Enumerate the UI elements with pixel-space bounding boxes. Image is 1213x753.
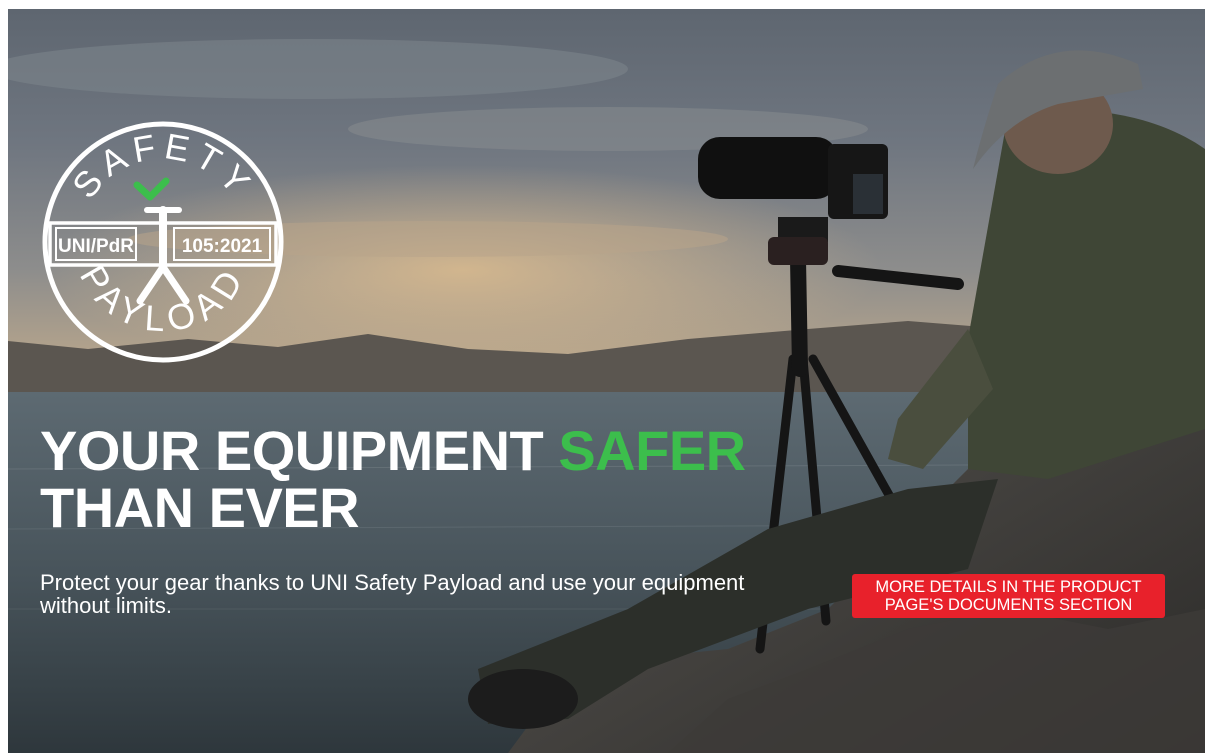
badge-left-code: UNI/PdR	[58, 236, 134, 257]
more-details-line1: MORE DETAILS IN THE PRODUCT	[875, 578, 1142, 596]
badge-right-code: 105:2021	[182, 236, 263, 257]
badge-top-text: SAFETY	[64, 125, 262, 206]
hero-banner: SAFETY PAYLOAD UNI/PdR 105:2021 YOUR EQU…	[8, 9, 1205, 753]
subtext: Protect your gear thanks to UNI Safety P…	[40, 570, 745, 618]
headline-line2: THAN EVER	[40, 476, 360, 539]
more-details-button[interactable]: MORE DETAILS IN THE PRODUCT PAGE'S DOCUM…	[852, 574, 1165, 618]
headline-line1: YOUR EQUIPMENT	[40, 419, 544, 482]
headline-accent: SAFER	[558, 419, 746, 482]
headline: YOUR EQUIPMENT SAFER THAN EVER	[40, 422, 746, 536]
more-details-line2: PAGE'S DOCUMENTS SECTION	[884, 596, 1133, 614]
check-icon	[133, 177, 170, 201]
safety-payload-badge: SAFETY PAYLOAD UNI/PdR 105:2021	[42, 121, 284, 363]
cloud	[8, 39, 628, 99]
